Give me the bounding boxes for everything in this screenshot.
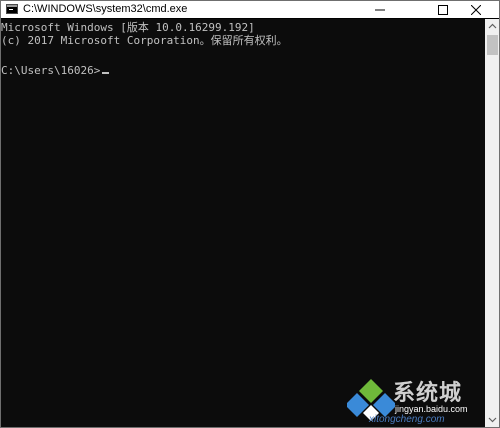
console-output[interactable]: Microsoft Windows [版本 10.0.16299.192] (c… bbox=[1, 19, 485, 427]
prompt-line[interactable]: C:\Users\16026> bbox=[1, 64, 110, 77]
title-bar[interactable]: C:\WINDOWS\system32\cmd.exe bbox=[1, 1, 499, 18]
close-button[interactable] bbox=[453, 1, 499, 18]
vertical-scrollbar[interactable] bbox=[485, 19, 499, 427]
cmd-icon[interactable] bbox=[6, 4, 18, 14]
close-icon bbox=[453, 5, 499, 15]
window-title: C:\WINDOWS\system32\cmd.exe bbox=[23, 3, 188, 15]
watermark: 系统城 jingyan.baidu.com xitongcheng.com bbox=[345, 373, 497, 427]
scroll-up-button[interactable] bbox=[485, 19, 499, 34]
version-line: Microsoft Windows [版本 10.0.16299.192] bbox=[1, 21, 255, 34]
minimize-button[interactable] bbox=[357, 1, 403, 18]
watermark-name: 系统城 bbox=[393, 381, 463, 406]
scroll-thumb[interactable] bbox=[487, 35, 498, 55]
command-prompt: C:\Users\16026> bbox=[1, 64, 101, 77]
watermark-domain: xitongcheng.com bbox=[369, 414, 445, 425]
text-cursor bbox=[102, 72, 110, 74]
cmd-window: C:\WINDOWS\system32\cmd.exe Microsoft Wi… bbox=[0, 0, 500, 428]
copyright-line: (c) 2017 Microsoft Corporation。保留所有权利。 bbox=[1, 34, 288, 47]
watermark-site: jingyan.baidu.com bbox=[395, 404, 468, 414]
minimize-icon bbox=[357, 5, 403, 15]
